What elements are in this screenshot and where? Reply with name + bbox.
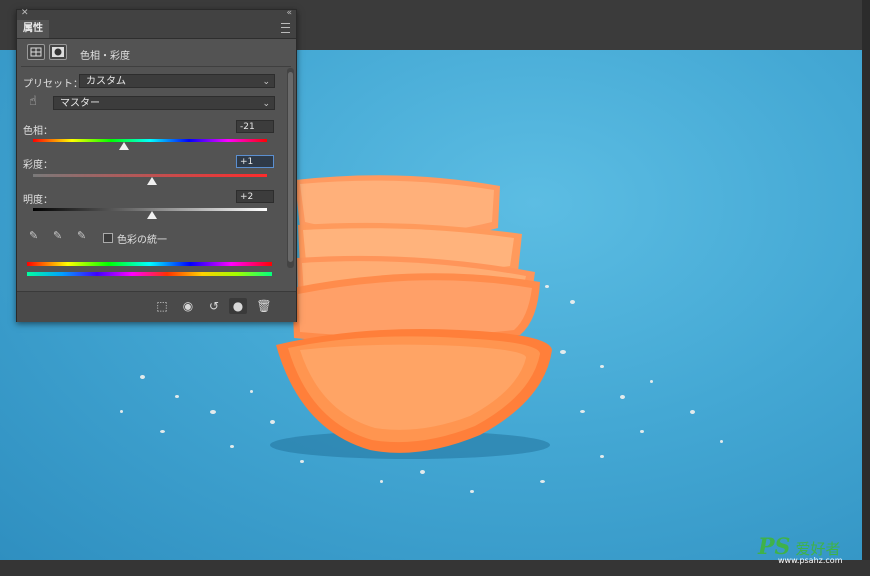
hue-slider-track[interactable] [33, 139, 267, 142]
mask-icon[interactable] [49, 44, 67, 60]
saturation-value-field[interactable]: +1 [236, 155, 274, 168]
sugar-grain [175, 395, 179, 398]
sugar-grain [600, 365, 604, 368]
sugar-grain [690, 410, 695, 414]
trash-icon[interactable]: 🗑 [255, 298, 273, 314]
watermark-url: www.psahz.com [778, 556, 843, 565]
bottom-bar [0, 560, 870, 576]
channel-select[interactable]: マスター ⌄ [53, 96, 275, 110]
input-color-spectrum [27, 262, 272, 266]
panel-tab-row: 属性 [17, 20, 296, 39]
sugar-grain [580, 410, 585, 413]
eyedropper-minus-icon[interactable]: ✎ [77, 230, 89, 242]
sugar-grain [545, 285, 549, 288]
saturation-slider-thumb[interactable] [147, 177, 158, 185]
sugar-grain [140, 375, 145, 379]
colorize-checkbox[interactable] [103, 233, 113, 243]
hue-slider-thumb[interactable] [119, 142, 130, 150]
targeted-adjustment-hand-icon[interactable]: ☝ [29, 95, 41, 108]
right-scroll-edge [862, 0, 870, 576]
watermark: PS 爱好者 www.psahz.com [758, 534, 842, 565]
panel-scrollbar-thumb[interactable] [288, 72, 293, 262]
sugar-grain [620, 395, 625, 399]
hue-value-field[interactable]: -21 [236, 120, 274, 133]
collapse-icon[interactable]: « [286, 8, 292, 18]
properties-panel[interactable]: ✕ « 属性 色相・彩度 プリセット： カスタム ⌄ ☝ マスター ⌄ 色相： … [16, 8, 297, 322]
close-icon[interactable]: ✕ [21, 8, 29, 18]
saturation-label: 彩度： [23, 160, 53, 171]
preset-select[interactable]: カスタム ⌄ [79, 74, 275, 88]
panel-menu-icon[interactable] [281, 23, 290, 33]
chevron-down-icon: ⌄ [262, 77, 270, 87]
output-color-spectrum [27, 272, 272, 276]
clip-to-layer-icon[interactable]: ⬚ [153, 298, 171, 314]
reset-icon[interactable]: ↺ [205, 298, 223, 314]
eyedropper-icon[interactable]: ✎ [29, 230, 41, 242]
sugar-grain [600, 455, 604, 458]
divider [21, 66, 291, 67]
sugar-grain [210, 410, 216, 414]
sugar-grain [650, 380, 653, 383]
sugar-grain [720, 440, 723, 443]
colorize-label: 色彩の統一 [117, 235, 167, 246]
sugar-grain [420, 470, 425, 474]
panel-titlebar[interactable]: ✕ « [17, 8, 296, 20]
sugar-grain [570, 300, 575, 304]
sugar-grain [160, 430, 165, 433]
sugar-grain [120, 410, 123, 413]
hue-label: 色相： [23, 126, 53, 137]
panel-scrollbar[interactable] [287, 68, 294, 268]
sugar-grain [540, 480, 545, 483]
preset-label: プリセット： [23, 79, 83, 90]
panel-footer: ⬚ ◉ ↺ ● 🗑 [17, 291, 296, 322]
chevron-down-icon: ⌄ [262, 99, 270, 109]
lightness-slider-thumb[interactable] [147, 211, 158, 219]
sugar-grain [470, 490, 474, 493]
eyedropper-plus-icon[interactable]: ✎ [53, 230, 65, 242]
adjustment-name: 色相・彩度 [80, 51, 130, 62]
sugar-grain [380, 480, 383, 483]
sugar-grain [250, 390, 253, 393]
sugar-grain [640, 430, 644, 433]
sugar-grain [300, 460, 304, 463]
lightness-label: 明度： [23, 195, 53, 206]
sugar-grain [560, 350, 566, 354]
preset-value: カスタム [86, 76, 126, 87]
sugar-grain [230, 445, 234, 448]
lightness-value-field[interactable]: +2 [236, 190, 274, 203]
view-previous-state-icon[interactable]: ◉ [179, 298, 197, 314]
channel-value: マスター [60, 98, 100, 109]
hue-saturation-layer-icon[interactable] [27, 44, 45, 60]
sugar-grain [270, 420, 275, 424]
tab-properties[interactable]: 属性 [17, 20, 49, 38]
visibility-eye-icon[interactable]: ● [229, 298, 247, 314]
